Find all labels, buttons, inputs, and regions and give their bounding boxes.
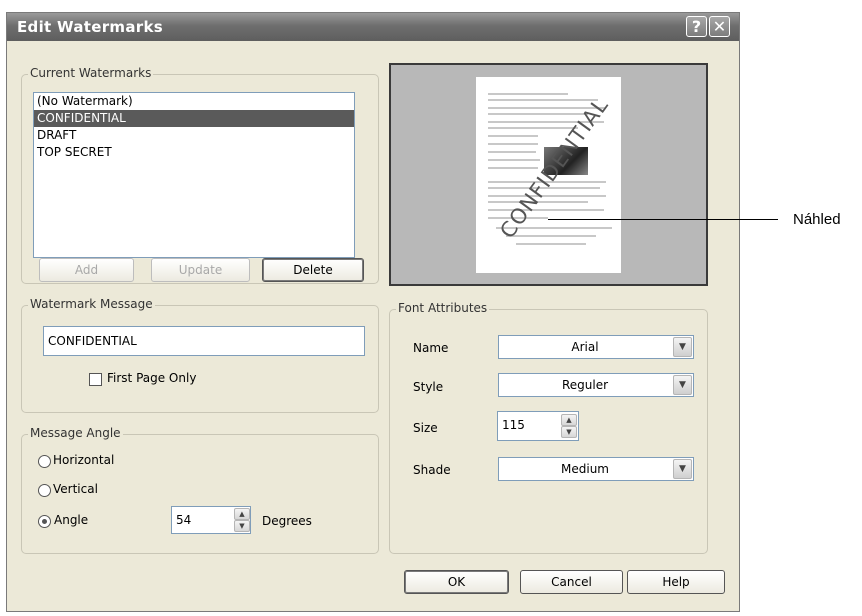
preview-pane: CONFIDENTIAL bbox=[389, 63, 708, 286]
font-style-select[interactable]: Reguler ▼ bbox=[498, 373, 694, 397]
add-button[interactable]: Add bbox=[39, 258, 134, 282]
font-style-label: Style bbox=[413, 380, 444, 394]
help-button[interactable]: Help bbox=[627, 570, 725, 594]
callout-line bbox=[548, 219, 778, 220]
watermark-list[interactable]: (No Watermark) CONFIDENTIAL DRAFT TOP SE… bbox=[33, 92, 355, 258]
message-angle-label: Message Angle bbox=[28, 426, 123, 440]
delete-button[interactable]: Delete bbox=[262, 258, 364, 282]
font-size-label: Size bbox=[413, 421, 438, 435]
list-item[interactable]: DRAFT bbox=[34, 127, 354, 144]
font-attributes-group: Font Attributes Name Arial ▼ Style Regul… bbox=[389, 301, 708, 554]
first-page-only-label: First Page Only bbox=[107, 371, 197, 385]
font-name-label: Name bbox=[413, 341, 449, 355]
dialog-title: Edit Watermarks bbox=[17, 18, 163, 36]
horizontal-radio[interactable] bbox=[38, 455, 51, 468]
spin-down-icon[interactable]: ▼ bbox=[561, 426, 577, 438]
angle-radio[interactable] bbox=[38, 515, 51, 528]
preview-page: CONFIDENTIAL bbox=[476, 77, 621, 273]
title-bar[interactable]: Edit Watermarks ? ✕ bbox=[7, 13, 739, 41]
ok-button[interactable]: OK bbox=[404, 570, 509, 594]
watermark-message-input[interactable]: CONFIDENTIAL bbox=[43, 326, 365, 356]
current-watermarks-group: Current Watermarks (No Watermark) CONFID… bbox=[21, 66, 379, 284]
first-page-only-checkbox[interactable] bbox=[89, 373, 102, 386]
chevron-down-icon[interactable]: ▼ bbox=[673, 337, 692, 357]
cancel-button[interactable]: Cancel bbox=[520, 570, 623, 594]
chevron-down-icon[interactable]: ▼ bbox=[673, 375, 692, 395]
list-item-selected[interactable]: CONFIDENTIAL bbox=[34, 110, 354, 127]
help-title-button[interactable]: ? bbox=[686, 16, 707, 37]
list-item[interactable]: TOP SECRET bbox=[34, 144, 354, 161]
font-attributes-label: Font Attributes bbox=[396, 301, 490, 315]
edit-watermarks-dialog: Edit Watermarks ? ✕ Current Watermarks (… bbox=[6, 12, 740, 612]
list-item[interactable]: (No Watermark) bbox=[34, 93, 354, 110]
spin-down-icon[interactable]: ▼ bbox=[234, 520, 250, 532]
font-style-value: Reguler bbox=[561, 378, 609, 392]
watermark-message-group: Watermark Message CONFIDENTIAL First Pag… bbox=[21, 297, 379, 413]
font-shade-label: Shade bbox=[413, 463, 451, 477]
font-name-value: Arial bbox=[571, 340, 599, 354]
watermark-message-label: Watermark Message bbox=[28, 297, 155, 311]
update-button[interactable]: Update bbox=[151, 258, 250, 282]
vertical-label: Vertical bbox=[53, 482, 98, 496]
degrees-label: Degrees bbox=[262, 514, 312, 528]
message-angle-group: Message Angle Horizontal Vertical Angle … bbox=[21, 426, 379, 554]
font-shade-value: Medium bbox=[561, 462, 609, 476]
vertical-radio[interactable] bbox=[38, 484, 51, 497]
angle-label: Angle bbox=[54, 513, 89, 527]
current-watermarks-label: Current Watermarks bbox=[28, 66, 154, 80]
font-shade-select[interactable]: Medium ▼ bbox=[498, 457, 694, 481]
preview-callout-label: Náhled bbox=[793, 211, 841, 228]
close-button[interactable]: ✕ bbox=[709, 16, 730, 37]
font-name-select[interactable]: Arial ▼ bbox=[498, 335, 694, 359]
spin-up-icon[interactable]: ▲ bbox=[234, 508, 250, 520]
chevron-down-icon[interactable]: ▼ bbox=[673, 459, 692, 479]
horizontal-label: Horizontal bbox=[53, 453, 115, 467]
spin-up-icon[interactable]: ▲ bbox=[561, 414, 577, 426]
